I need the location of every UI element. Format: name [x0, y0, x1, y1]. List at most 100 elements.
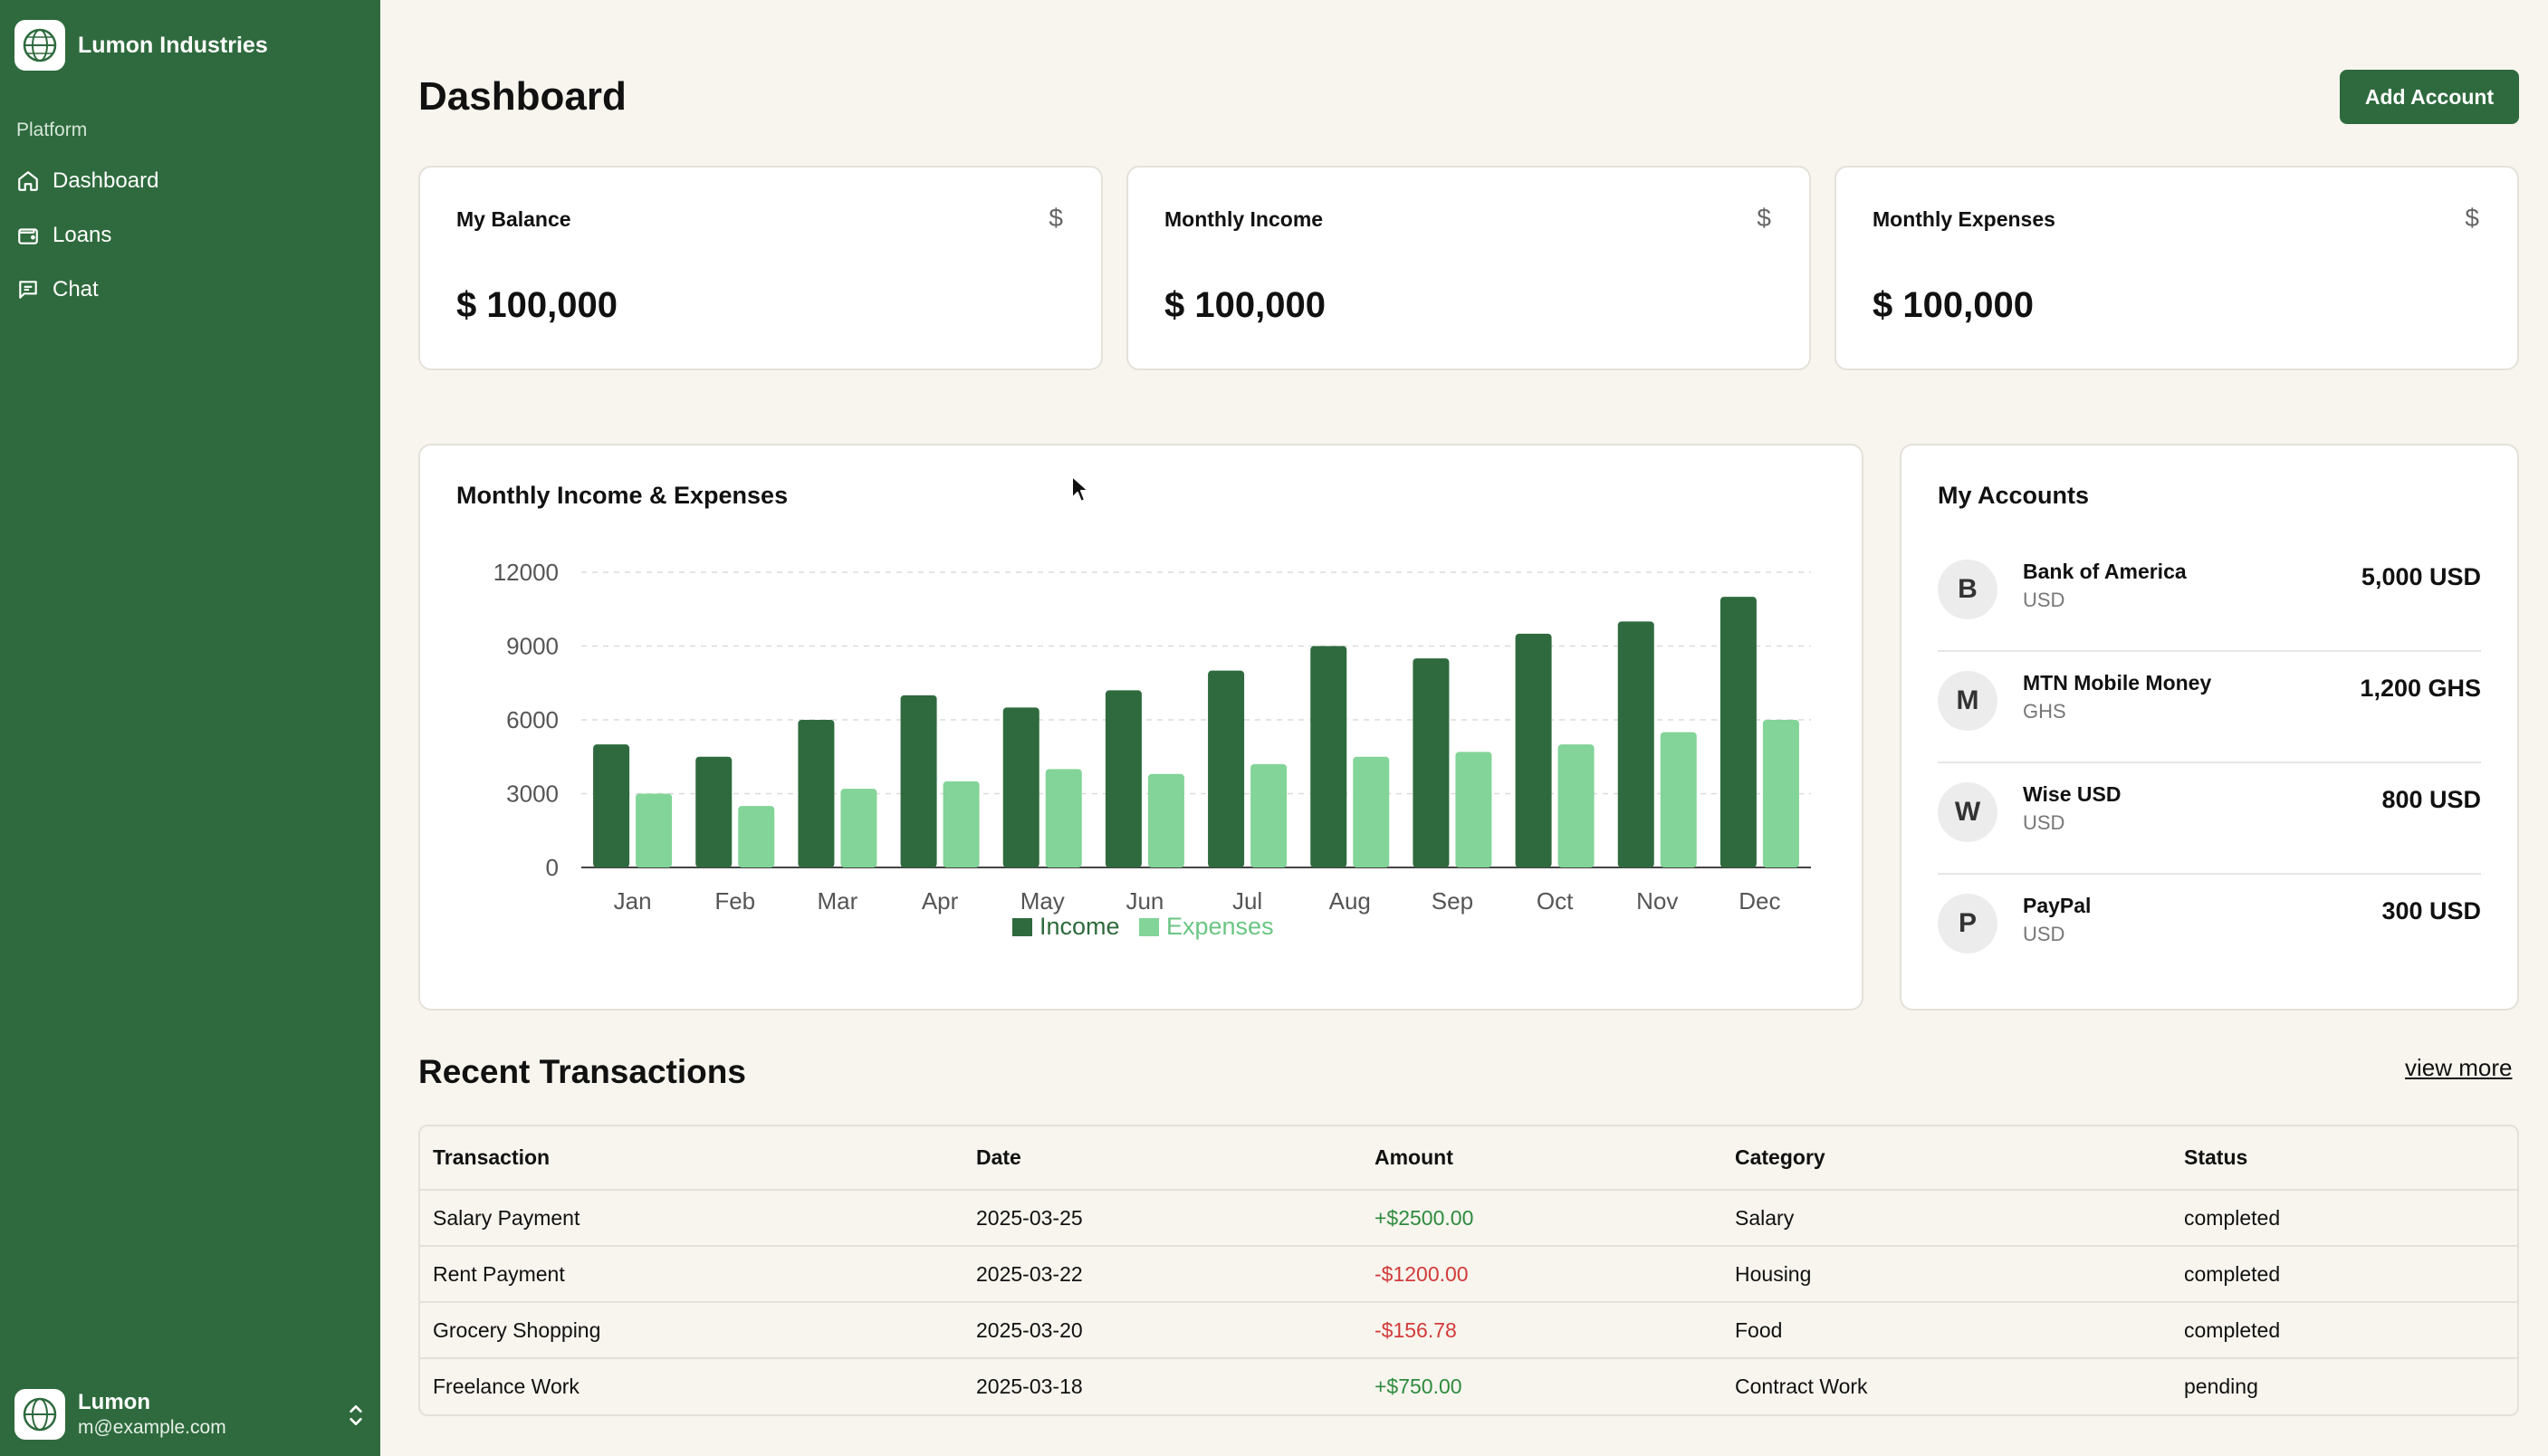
bar-income-may — [1002, 707, 1039, 867]
dollar-icon: $ — [2465, 204, 2479, 232]
bar-expenses-aug — [1353, 756, 1390, 867]
transaction-amount: -$156.78 — [1362, 1302, 1722, 1359]
y-tick-label: 9000 — [506, 633, 559, 660]
transaction-date: 2025-03-18 — [976, 1375, 1083, 1398]
bar-income-oct — [1515, 633, 1552, 867]
account-amount: 5,000 USD — [2361, 563, 2481, 590]
add-account-button[interactable]: Add Account — [2340, 70, 2519, 124]
chevron-up-down-icon[interactable] — [344, 1402, 368, 1429]
account-amount: 1,200 GHS — [2360, 675, 2481, 702]
transaction-amount: +$750.00 — [1375, 1375, 1462, 1398]
transactions-table: Transaction Date Amount Category Status … — [418, 1125, 2519, 1416]
legend-swatch — [1012, 918, 1032, 936]
bar-expenses-feb — [738, 806, 775, 867]
account-avatar: M — [1938, 671, 1997, 731]
x-tick-label: Mar — [818, 887, 858, 915]
x-tick-label: Feb — [714, 887, 755, 915]
wallet-icon — [18, 228, 38, 244]
bar-expenses-dec — [1762, 720, 1799, 867]
bar-income-aug — [1310, 646, 1347, 867]
account-name: Bank of America — [2023, 560, 2187, 583]
transaction-status: completed — [2171, 1190, 2517, 1247]
account-row-wise-usd[interactable]: W Wise USD USD 800 USD — [1938, 775, 2481, 875]
bar-expenses-sep — [1455, 752, 1492, 867]
globe-logo-icon — [14, 20, 65, 71]
chart-card: Monthly Income & Expenses 0 3000 6000 9000 1… — [418, 444, 1863, 1011]
bar-expenses-may — [1045, 769, 1082, 867]
y-tick-label: 6000 — [506, 706, 559, 733]
bar-expenses-nov — [1660, 732, 1697, 867]
chat-icon — [19, 281, 37, 299]
stat-label: Monthly Income — [1164, 207, 1324, 231]
table-row[interactable]: Salary Payment 2025-03-25 +$2500.00 Sala… — [420, 1190, 2517, 1247]
avatar — [14, 1389, 65, 1440]
bar-income-feb — [695, 756, 733, 867]
stat-card-income: Monthly Income $ $ 100,000 — [1126, 166, 1811, 370]
transaction-status: completed — [2171, 1246, 2517, 1303]
column-header[interactable]: Status — [2171, 1126, 2517, 1191]
home-icon — [18, 171, 38, 191]
account-avatar: W — [1938, 782, 1997, 842]
y-tick-label: 3000 — [506, 781, 559, 808]
sidebar-item-label: Loans — [53, 223, 112, 247]
accounts-card: My Accounts B Bank of America USD 5,000 … — [1900, 444, 2519, 1011]
table-row[interactable]: Rent Payment 2025-03-22 -$1200.00 Housin… — [420, 1246, 2517, 1303]
bar-income-apr — [900, 694, 937, 867]
account-avatar: P — [1938, 894, 1997, 953]
account-name: PayPal — [2023, 894, 2092, 917]
bar-income-jun — [1105, 690, 1142, 867]
stat-card-balance: My Balance $ $ 100,000 — [418, 166, 1103, 370]
bar-expenses-jul — [1250, 763, 1288, 867]
transaction-name: Freelance Work — [433, 1375, 580, 1398]
table-row[interactable]: Grocery Shopping 2025-03-20 -$156.78 Foo… — [420, 1302, 2517, 1359]
section-label: Platform — [16, 120, 88, 140]
sidebar-item-loans[interactable]: Loans — [0, 208, 380, 263]
sidebar-nav: Dashboard Loans Chat — [0, 154, 380, 317]
dollar-icon: $ — [1757, 204, 1771, 232]
transaction-status: completed — [2171, 1302, 2517, 1359]
column-header[interactable]: Transaction — [420, 1126, 963, 1191]
x-tick-label: Sep — [1432, 887, 1473, 915]
bar-expenses-jan — [636, 793, 673, 867]
account-currency: GHS — [2023, 700, 2066, 723]
accounts-title: My Accounts — [1938, 482, 2090, 509]
transaction-amount: +$2500.00 — [1362, 1190, 1722, 1247]
user-email: m@example.com — [78, 1417, 226, 1438]
brand-name: Lumon Industries — [78, 32, 268, 58]
sidebar-item-dashboard[interactable]: Dashboard — [0, 154, 380, 208]
user-menu[interactable]: Lumon m@example.com — [14, 1389, 368, 1440]
stat-value: $ 100,000 — [1873, 285, 2034, 325]
legend-label: Expenses — [1166, 913, 1274, 940]
transaction-category: Contract Work — [1735, 1375, 1868, 1398]
x-tick-label: Jul — [1232, 887, 1262, 915]
income-expenses-chart: 0 3000 6000 9000 12000 Jan Feb Mar Apr May Jun Jul A… — [493, 559, 1811, 940]
account-row-bank-of-america[interactable]: B Bank of America USD 5,000 USD — [1938, 552, 2481, 652]
column-header[interactable]: Amount — [1362, 1126, 1722, 1191]
mouse-cursor-icon — [1071, 475, 1089, 503]
divider — [1938, 873, 2481, 875]
bar-expenses-oct — [1557, 744, 1595, 867]
account-amount: 300 USD — [2381, 897, 2481, 924]
x-tick-label: May — [1020, 887, 1065, 915]
transactions-title: Recent Transactions — [418, 1053, 746, 1090]
table-row[interactable]: Freelance Work 2025-03-18 +$750.00 Contr… — [420, 1358, 2517, 1414]
column-header[interactable]: Date — [963, 1126, 1362, 1191]
x-tick-label: Nov — [1636, 887, 1678, 915]
bar-expenses-apr — [943, 781, 980, 867]
brand[interactable]: Lumon Industries — [14, 20, 268, 71]
transaction-date: 2025-03-22 — [963, 1246, 1362, 1303]
x-tick-label: Jan — [614, 887, 652, 915]
dollar-icon: $ — [1049, 204, 1063, 232]
bar-income-dec — [1719, 597, 1757, 867]
transaction-amount: -$1200.00 — [1362, 1246, 1722, 1303]
legend-label: Income — [1039, 913, 1120, 940]
account-row-mtn-mobile-money[interactable]: M MTN Mobile Money GHS 1,200 GHS — [1938, 664, 2481, 763]
transaction-category: Food — [1722, 1302, 2171, 1359]
y-tick-label: 12000 — [493, 559, 559, 586]
view-more-link[interactable]: view more — [2405, 1054, 2512, 1082]
sidebar-item-chat[interactable]: Chat — [0, 263, 380, 317]
transaction-date: 2025-03-25 — [963, 1190, 1362, 1247]
column-header[interactable]: Category — [1722, 1126, 2171, 1191]
divider — [1938, 650, 2481, 652]
account-row-paypal[interactable]: P PayPal USD 300 USD — [1938, 886, 2481, 986]
